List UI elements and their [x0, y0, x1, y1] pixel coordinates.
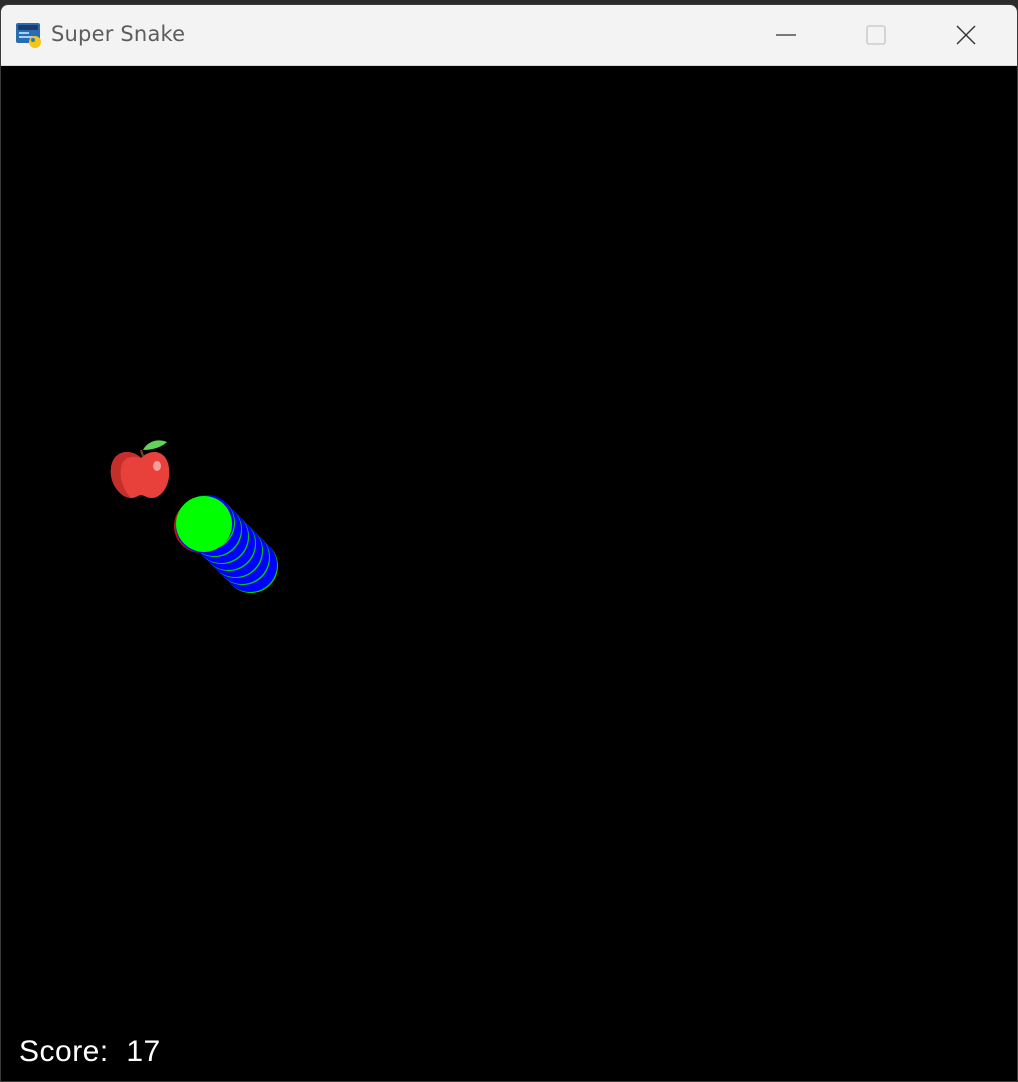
- game-canvas[interactable]: Score: 17: [1, 66, 1017, 1081]
- game-window: Super Snake Score: 17: [0, 4, 1018, 1082]
- python-pygame-icon: [16, 23, 41, 48]
- snake: [174, 495, 278, 593]
- minimize-icon: [776, 34, 796, 36]
- snake-head: [176, 496, 232, 552]
- maximize-button[interactable]: [831, 5, 921, 65]
- minimize-button[interactable]: [741, 5, 831, 65]
- close-icon: [956, 25, 976, 45]
- close-button[interactable]: [921, 5, 1011, 65]
- maximize-icon: [866, 25, 886, 45]
- title-bar[interactable]: Super Snake: [1, 5, 1017, 66]
- window-title: Super Snake: [51, 22, 186, 46]
- score-display: Score: 17: [19, 1035, 161, 1068]
